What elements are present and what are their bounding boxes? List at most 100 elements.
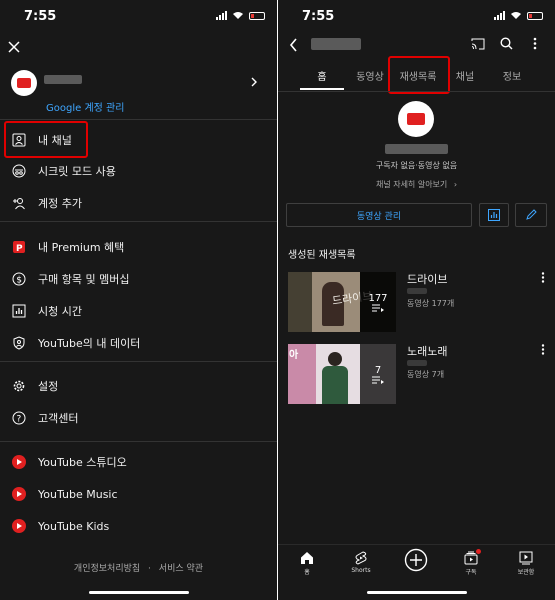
divider [0,361,277,362]
menu-item-watch-time[interactable]: 시청 시간 [0,296,277,326]
playlist-owner-redacted [407,360,427,366]
incognito-icon [11,163,27,179]
cellular-signal-icon [494,11,505,20]
menu-item-youtube-kids[interactable]: YouTube Kids [0,511,277,541]
channel-more-label: 채널 자세히 알아보기 [375,180,448,189]
menu-item-label: YouTube Kids [38,519,110,533]
nav-shorts[interactable]: Shorts [336,551,386,574]
more-vert-icon[interactable] [533,37,537,50]
menu-item-settings[interactable]: 설정 [0,371,277,401]
privacy-policy-link[interactable]: 개인정보처리방침 [74,564,140,574]
playlist-video-count: 동영상 177개 [407,299,455,308]
tab-channels[interactable]: 채널 [450,68,480,83]
tab-about[interactable]: 정보 [497,68,527,83]
thumbnail-figure [328,352,342,366]
playlist-count: 7 [374,364,382,376]
menu-item-label: 내 Premium 혜택 [38,241,125,254]
subscriber-info: 구독자 없음·동영상 없음 [375,161,458,170]
menu-item-premium[interactable]: P 내 Premium 혜택 [0,232,277,262]
cast-icon[interactable] [471,38,485,50]
playlist-thumbnail[interactable]: 아 7 [288,344,396,404]
manage-account-link[interactable]: Google 계정 관리 [46,99,124,114]
tab-active-indicator [300,88,344,90]
nav-library[interactable]: 보관함 [501,551,551,576]
premium-icon: P [11,239,27,255]
more-vert-icon[interactable] [541,344,545,355]
menu-item-label: 시크릿 모드 사용 [38,165,116,178]
playlist-title[interactable]: 드라이브 [407,271,447,287]
menu-item-incognito[interactable]: 시크릿 모드 사용 [0,156,277,186]
bar-chart-icon [11,303,27,319]
chevron-right-icon[interactable] [250,77,258,87]
menu-item-label: 설정 [38,380,59,393]
playlist-owner-redacted [407,288,427,294]
youtube-studio-icon [11,454,27,470]
status-bar: 7:55 [0,0,277,30]
notification-dot [476,549,481,554]
nav-create[interactable] [391,548,441,574]
menu-item-label: YouTube 스튜디오 [38,456,127,469]
analytics-button[interactable] [479,203,509,227]
shield-person-icon [11,335,27,351]
search-icon[interactable] [500,37,513,50]
avatar[interactable] [11,70,37,96]
menu-item-label: 시청 시간 [38,305,82,318]
add-circle-icon [404,548,428,572]
menu-item-your-data[interactable]: YouTube의 내 데이터 [0,328,277,358]
playlist-video-count: 동영상 7개 [407,370,445,379]
back-arrow-icon[interactable] [289,38,298,52]
nav-home[interactable]: 홈 [282,551,332,576]
svg-text:?: ? [17,415,22,425]
terms-of-service-link[interactable]: 서비스 약관 [159,564,203,574]
account-name-redacted [44,75,82,84]
highlight-box [388,56,450,94]
playlist-thumbnail[interactable]: 드라이브 177 [288,272,396,332]
channel-name-redacted [385,144,448,154]
nav-subscriptions[interactable]: 구독 [446,549,496,576]
tab-home[interactable]: 홈 [300,68,344,83]
playlist-icon [372,304,384,312]
wifi-icon [233,12,243,19]
channel-screen: 7:55 홈 동영상 재생목록 채널 정보 구독자 없음·동영상 없음 채널 자… [278,0,555,600]
library-icon [519,551,533,565]
status-time: 7:55 [302,9,335,24]
bottom-navigation: 홈 Shorts 구독 보관함 [278,544,555,600]
playlist-title[interactable]: 노래노래 [407,343,447,359]
menu-item-help[interactable]: ? 고객센터 [0,403,277,433]
help-icon: ? [11,410,27,426]
footer-separator: · [148,564,151,574]
channel-title-redacted [311,38,361,50]
svg-text:P: P [16,244,23,254]
menu-item-add-account[interactable]: 계정 추가 [0,188,277,218]
playlist-count-overlay: 177 [360,272,396,332]
menu-item-youtube-music[interactable]: YouTube Music [0,479,277,509]
divider [0,221,277,222]
highlight-box [4,121,88,158]
home-icon [301,552,313,564]
status-time: 7:55 [24,9,57,24]
pencil-icon [526,209,537,220]
shorts-icon [355,551,367,565]
menu-item-youtube-studio[interactable]: YouTube 스튜디오 [0,447,277,477]
tab-videos[interactable]: 동영상 [350,68,390,83]
playlist-icon [372,376,384,384]
account-menu-screen: 7:55 Google 계정 관리 내 채널 시크릿 모드 사용 계정 추가 P… [0,0,277,600]
more-vert-icon[interactable] [541,272,545,283]
nav-label: 보관함 [517,569,535,576]
youtube-music-icon [11,486,27,502]
menu-item-purchases[interactable]: $ 구매 항목 및 멤버십 [0,264,277,294]
cellular-signal-icon [216,11,227,20]
home-indicator [367,591,467,594]
divider [278,91,555,92]
dollar-icon: $ [11,271,27,287]
gear-icon [11,378,27,394]
wifi-icon [511,12,521,19]
svg-text:$: $ [16,276,22,286]
youtube-kids-icon [11,518,27,534]
manage-videos-button[interactable]: 동영상 관리 [286,203,472,227]
edit-channel-button[interactable] [515,203,547,227]
divider [0,119,277,120]
menu-item-label: 구매 항목 및 멤버십 [38,273,130,286]
close-icon[interactable] [8,41,20,53]
channel-more-link[interactable]: 채널 자세히 알아보기 › [278,179,555,190]
